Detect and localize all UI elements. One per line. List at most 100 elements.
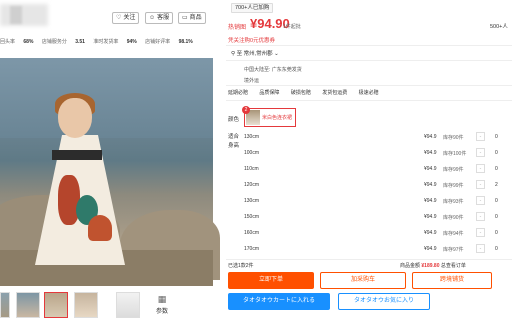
size-row: 170cm ¥94.9 库存97件 - 0 xyxy=(244,242,512,257)
size-price: ¥94.9 xyxy=(424,166,437,172)
service-label: 客服 xyxy=(157,15,170,21)
location-icon: ⚲ xyxy=(231,51,236,57)
quantity-value: 0 xyxy=(495,134,498,140)
rating-service: 店铺服务分 3.51 xyxy=(41,39,85,45)
divider xyxy=(226,100,512,101)
size-row: 130cm ¥94.9 库存90件 - 0 xyxy=(244,130,512,145)
size-stock: 库存90件 xyxy=(443,135,464,141)
heart-icon: ♡ xyxy=(116,15,122,21)
size-name: 100cm xyxy=(244,150,260,156)
size-row: 120cm ¥94.9 库存99件 - 2 xyxy=(244,178,512,193)
params-label: 参数 xyxy=(155,309,168,315)
size-name: 160cm xyxy=(244,230,260,236)
thumbnail[interactable] xyxy=(0,292,10,318)
thumbnail[interactable] xyxy=(16,292,40,318)
size-name: 130cm xyxy=(244,198,260,204)
quantity-value: 0 xyxy=(495,230,498,236)
minus-button[interactable]: - xyxy=(476,196,485,205)
service-tags: 延期必赔 品质保障 破损包赔 发货包运费 极速必赔 xyxy=(228,89,389,96)
shop-ratings: 回头率 68% 店铺服务分 3.51 准时发货率 94% 店铺好评率 98.1% xyxy=(0,38,200,45)
size-price: ¥94.9 xyxy=(424,230,437,236)
order-total: 商品金额 ¥189.80 总查看订单 xyxy=(400,263,466,269)
image-face xyxy=(58,98,92,138)
price-label: 热销图 xyxy=(228,25,247,31)
size-stock: 库存94件 xyxy=(443,231,464,237)
minus-button[interactable]: - xyxy=(476,244,485,253)
size-name: 170cm xyxy=(244,246,260,252)
quantity-value: 0 xyxy=(495,166,498,172)
follow-label: 关注 xyxy=(123,15,136,21)
ship-from[interactable]: 中国大陆至: 广东东莞发货 xyxy=(244,66,302,73)
quantity-value: 0 xyxy=(495,198,498,204)
added-badge: 700+人已加购 xyxy=(231,3,274,13)
rating-positive: 店铺好评率 98.1% xyxy=(145,39,193,45)
size-row: 160cm ¥94.9 库存94件 - 0 xyxy=(244,226,512,241)
size-price: ¥94.9 xyxy=(424,246,437,252)
color-option-label: 米白色连衣裙 xyxy=(262,115,293,121)
image-dress-trim xyxy=(52,150,102,160)
min-order: 1件起批 xyxy=(283,24,301,30)
rating-ontime: 准时发货率 94% xyxy=(93,39,137,45)
service-tag: 品质保障 xyxy=(259,90,280,96)
service-tag: 延期必赔 xyxy=(228,90,249,96)
buy-now-button[interactable]: 立即下单 xyxy=(228,272,314,289)
minus-button[interactable]: - xyxy=(476,212,485,221)
divider xyxy=(226,259,512,260)
thumbnail[interactable] xyxy=(116,292,140,318)
size-stock: 库存99件 xyxy=(443,183,464,189)
divider xyxy=(226,45,512,46)
color-label: 颜色 xyxy=(228,117,240,123)
size-name: 110cm xyxy=(244,166,259,172)
size-stock: 库存97件 xyxy=(443,247,464,253)
size-price: ¥94.9 xyxy=(424,134,437,140)
total-link[interactable]: 总查看订单 xyxy=(441,263,466,269)
coupon-link[interactable]: 凭关注购0元优惠券 xyxy=(228,36,275,44)
size-price: ¥94.9 xyxy=(424,150,437,156)
size-name: 150cm xyxy=(244,214,260,220)
size-price: ¥94.9 xyxy=(424,198,437,204)
thumbnail[interactable] xyxy=(74,292,98,318)
params-icon: ▦ xyxy=(157,294,167,304)
color-option[interactable]: 米白色连衣裙 2 xyxy=(242,106,296,127)
quantity-value: 0 xyxy=(495,246,498,252)
size-row: 150cm ¥94.9 库存90件 - 0 xyxy=(244,210,512,225)
service-tag: 破损包赔 xyxy=(290,90,311,96)
size-name: 120cm xyxy=(244,182,260,188)
delivery-address[interactable]: ⚲ 至 常州,常州郡 ⌄ xyxy=(231,49,279,57)
add-cart-button[interactable]: 加采购车 xyxy=(320,272,406,289)
shop-logo-mark xyxy=(10,6,22,24)
selected-summary: 已选1款2件 xyxy=(228,263,254,269)
image-sea xyxy=(0,58,213,138)
cross-border-button[interactable]: 跨境铺货 xyxy=(412,272,492,289)
thumbnail-selected[interactable] xyxy=(44,292,68,318)
size-price: ¥94.9 xyxy=(424,182,437,188)
size-label: 适合身高 xyxy=(228,134,240,149)
minus-button[interactable]: - xyxy=(476,228,485,237)
size-stock: 库存93件 xyxy=(443,199,464,205)
sold-count: 500+人 xyxy=(490,24,508,30)
minus-button[interactable]: - xyxy=(476,148,485,157)
quantity-value: 2 xyxy=(495,182,498,188)
store-icon: ▭ xyxy=(182,15,188,21)
follow-button[interactable]: ♡ 关注 xyxy=(112,12,140,24)
shop-logo xyxy=(0,4,48,26)
size-stock: 库存99件 xyxy=(443,167,464,173)
size-row: 130cm ¥94.9 库存93件 - 0 xyxy=(244,194,512,209)
image-dress-pattern xyxy=(88,215,112,241)
service-tag: 发货包运费 xyxy=(322,90,348,96)
taotao-favorite-button[interactable]: タオタオウお気に入り xyxy=(338,293,430,310)
shop-button[interactable]: ▭ 商品 xyxy=(178,12,206,24)
divider xyxy=(226,85,512,86)
size-row: 110cm ¥94.9 库存99件 - 0 xyxy=(244,162,512,177)
ship-extra: 境外运 xyxy=(244,78,260,84)
service-tag: 极速必赔 xyxy=(358,90,379,96)
customer-service-button[interactable]: ☺ 客服 xyxy=(145,12,174,24)
minus-button[interactable]: - xyxy=(476,132,485,141)
minus-button[interactable]: - xyxy=(476,180,485,189)
quantity-value: 0 xyxy=(495,214,498,220)
minus-button[interactable]: - xyxy=(476,164,485,173)
params-button[interactable]: ▦ 参数 xyxy=(150,292,174,318)
rating-return: 回头率 68% xyxy=(0,39,34,45)
taotao-cart-button[interactable]: タオタオウカートに入れる xyxy=(228,293,330,310)
shop-label: 商品 xyxy=(189,15,202,21)
